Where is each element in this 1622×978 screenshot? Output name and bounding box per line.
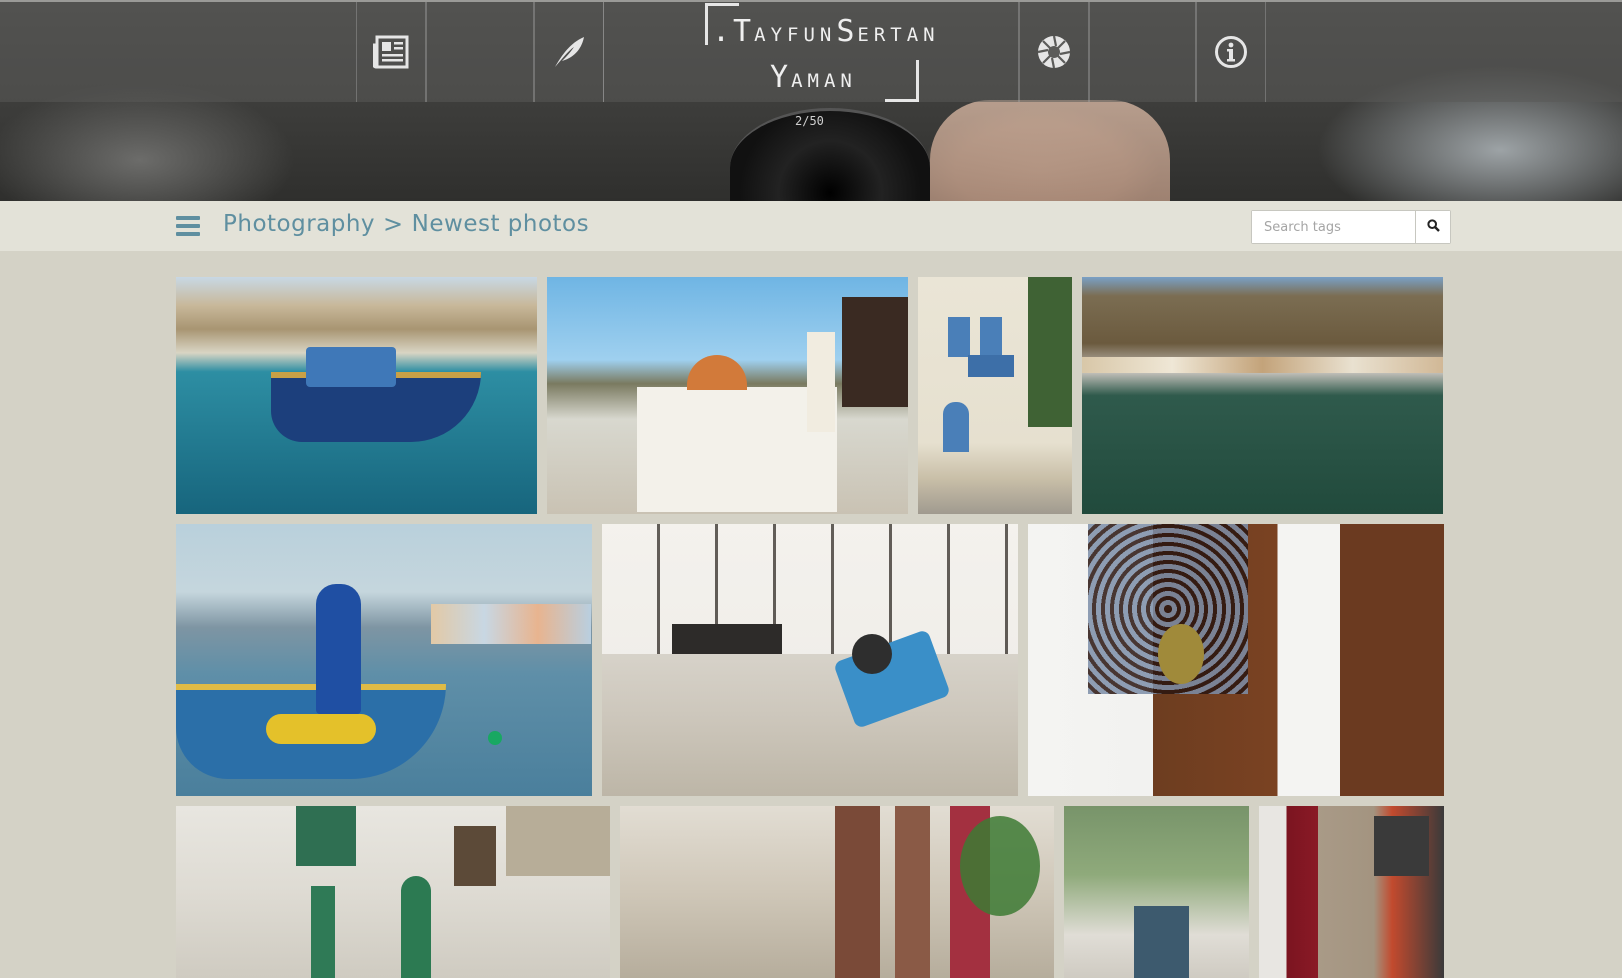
site-logo[interactable]: .TAYFUNSERTAN YAMAN: [603, 2, 1019, 102]
logo-name-line1: .TAYFUNSERTAN: [712, 14, 940, 49]
feather-icon: [552, 35, 586, 69]
breadcrumb-photography-link[interactable]: Photography: [223, 211, 375, 237]
search-button[interactable]: [1415, 211, 1450, 243]
nav-spacer: [1089, 2, 1196, 102]
photo-thumbnail[interactable]: [602, 524, 1018, 796]
tag-search: [1251, 210, 1451, 244]
photo-thumbnail[interactable]: [176, 524, 592, 796]
breadcrumb-current-page: Newest photos: [411, 211, 590, 237]
photo-thumbnail[interactable]: [918, 277, 1072, 514]
info-icon: [1214, 35, 1248, 69]
nav-writing[interactable]: [534, 2, 604, 102]
photo-thumbnail[interactable]: [1028, 524, 1444, 796]
hamburger-menu-icon[interactable]: [176, 216, 200, 240]
nav-about[interactable]: [1196, 2, 1266, 102]
breadcrumb: Photography > Newest photos: [223, 210, 589, 238]
photo-thumbnail[interactable]: [176, 277, 537, 514]
photo-thumbnail[interactable]: [1259, 806, 1444, 978]
photo-thumbnail[interactable]: [547, 277, 908, 514]
search-input[interactable]: [1252, 211, 1415, 243]
newspaper-icon: [373, 35, 409, 69]
lens-marking: 2/50: [795, 114, 824, 128]
logo-name-line2: YAMAN: [770, 60, 857, 95]
camera-lens-image: [730, 108, 930, 201]
nav-news[interactable]: [356, 2, 426, 102]
nav-spacer: [426, 2, 534, 102]
photo-thumbnail[interactable]: [620, 806, 1054, 978]
photo-thumbnail[interactable]: [176, 806, 610, 978]
nav-photography[interactable]: [1019, 2, 1089, 102]
hand-decoration: [930, 100, 1170, 201]
photo-thumbnail[interactable]: [1064, 806, 1249, 978]
aperture-icon: [1037, 35, 1071, 69]
photo-thumbnail[interactable]: [1082, 277, 1443, 514]
breadcrumb-separator: >: [383, 210, 404, 238]
logo-corner-bottom: [885, 60, 919, 102]
search-icon: [1426, 219, 1440, 235]
top-navigation: .TAYFUNSERTAN YAMAN: [0, 0, 1622, 102]
